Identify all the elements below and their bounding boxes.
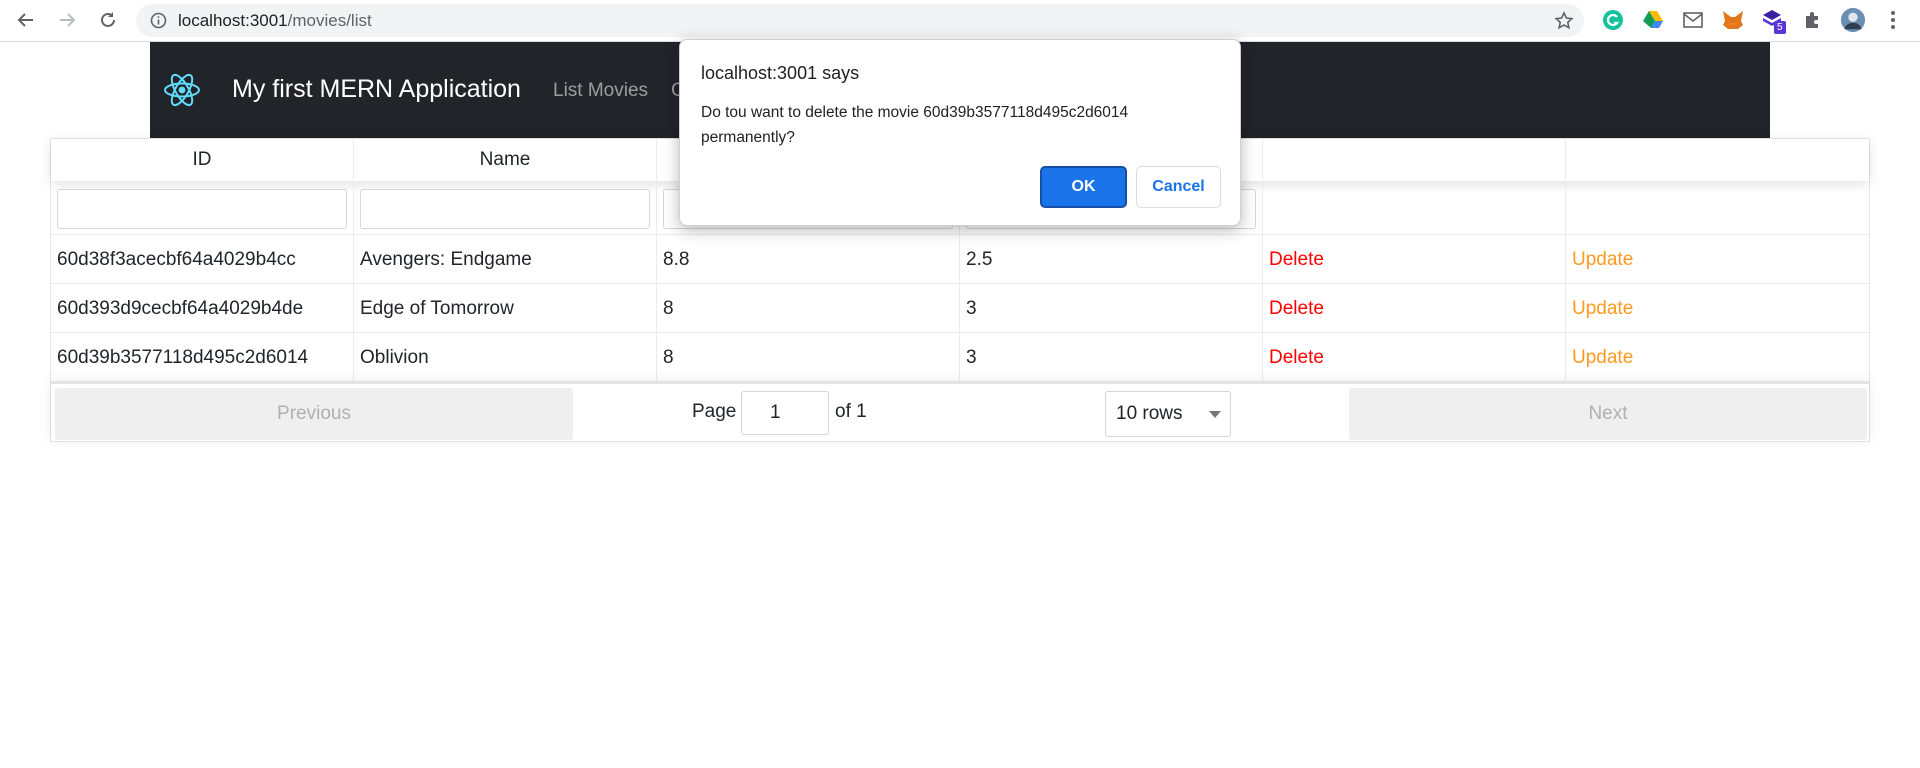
delete-link[interactable]: Delete (1269, 347, 1324, 368)
cell-id: 60d393d9cecbf64a4029b4de (51, 284, 354, 333)
confirm-dialog: localhost:3001 says Do tou want to delet… (679, 39, 1241, 226)
cell-rating: 8 (657, 284, 960, 333)
react-logo-icon[interactable] (160, 68, 204, 112)
cell-time: 3 (960, 333, 1263, 382)
table-row: 60d39b3577118d495c2d6014 Oblivion 8 3 De… (51, 333, 1869, 382)
cell-name: Edge of Tomorrow (354, 284, 657, 333)
url-host: localhost:3001 (178, 11, 288, 30)
filter-cell-empty (1263, 181, 1566, 235)
rows-per-page-value: 10 rows (1116, 403, 1183, 424)
cancel-button[interactable]: Cancel (1136, 166, 1221, 208)
update-link[interactable]: Update (1572, 249, 1633, 270)
cell-name: Oblivion (354, 333, 657, 382)
cell-time: 3 (960, 284, 1263, 333)
extension-badge: 5 (1774, 21, 1786, 34)
filter-cell-id (51, 181, 354, 235)
info-icon[interactable] (150, 12, 167, 34)
reload-icon[interactable] (95, 7, 121, 33)
ok-button[interactable]: OK (1040, 166, 1127, 208)
table-row: 60d393d9cecbf64a4029b4de Edge of Tomorro… (51, 284, 1869, 333)
id-filter-input[interactable] (57, 189, 347, 229)
name-filter-input[interactable] (360, 189, 650, 229)
delete-link[interactable]: Delete (1269, 298, 1324, 319)
column-header-name[interactable]: Name (354, 139, 657, 181)
dialog-message: Do tou want to delete the movie 60d39b35… (701, 104, 1129, 146)
url-text: localhost:3001/movies/list (178, 11, 372, 31)
cell-name: Avengers: Endgame (354, 235, 657, 284)
cell-update: Update (1566, 235, 1869, 284)
url-path: /movies/list (287, 11, 372, 30)
page-label: Page (692, 401, 737, 422)
cell-delete: Delete (1263, 333, 1566, 382)
puzzle-extensions-icon[interactable] (1800, 7, 1826, 33)
cell-delete: Delete (1263, 235, 1566, 284)
update-link[interactable]: Update (1572, 298, 1633, 319)
column-header-id[interactable]: ID (51, 139, 354, 181)
app-brand-title[interactable]: My first MERN Application (232, 75, 521, 104)
menu-kebab-icon[interactable] (1880, 7, 1906, 33)
google-drive-icon[interactable] (1640, 7, 1666, 33)
delete-link[interactable]: Delete (1269, 249, 1324, 270)
profile-avatar[interactable] (1840, 7, 1866, 33)
rows-per-page-select[interactable]: 10 rows (1105, 391, 1231, 437)
filter-cell-name (354, 181, 657, 235)
back-icon[interactable] (13, 7, 39, 33)
mail-icon[interactable] (1680, 7, 1706, 33)
nav-link-list-movies[interactable]: List Movies (553, 80, 648, 102)
cell-update: Update (1566, 284, 1869, 333)
extension-stack-icon[interactable]: 5 (1760, 7, 1786, 34)
address-bar[interactable]: localhost:3001/movies/list (136, 4, 1584, 37)
dialog-title: localhost:3001 says (701, 63, 860, 83)
cell-id: 60d38f3acecbf64a4029b4cc (51, 235, 354, 284)
browser-toolbar: localhost:3001/movies/list 5 (0, 0, 1920, 42)
previous-button[interactable]: Previous (55, 388, 573, 440)
cell-rating: 8.8 (657, 235, 960, 284)
grammarly-icon[interactable] (1600, 7, 1626, 33)
update-link[interactable]: Update (1572, 347, 1633, 368)
pagination-bar: Previous Page 1 of 1 10 rows Next (51, 382, 1869, 442)
forward-icon[interactable] (54, 7, 80, 33)
column-header-update (1566, 139, 1869, 181)
cell-rating: 8 (657, 333, 960, 382)
page-number-input[interactable]: 1 (741, 391, 829, 435)
table-row: 60d38f3acecbf64a4029b4cc Avengers: Endga… (51, 235, 1869, 284)
next-button[interactable]: Next (1349, 388, 1867, 440)
column-header-delete (1263, 139, 1566, 181)
cell-time: 2.5 (960, 235, 1263, 284)
cell-id: 60d39b3577118d495c2d6014 (51, 333, 354, 382)
cell-update: Update (1566, 333, 1869, 382)
page-total-label: of 1 (835, 401, 867, 422)
bookmark-star-icon[interactable] (1554, 11, 1574, 36)
filter-cell-empty (1566, 181, 1869, 235)
chevron-down-icon (1209, 411, 1221, 418)
metamask-fox-icon[interactable] (1720, 7, 1746, 33)
cell-delete: Delete (1263, 284, 1566, 333)
